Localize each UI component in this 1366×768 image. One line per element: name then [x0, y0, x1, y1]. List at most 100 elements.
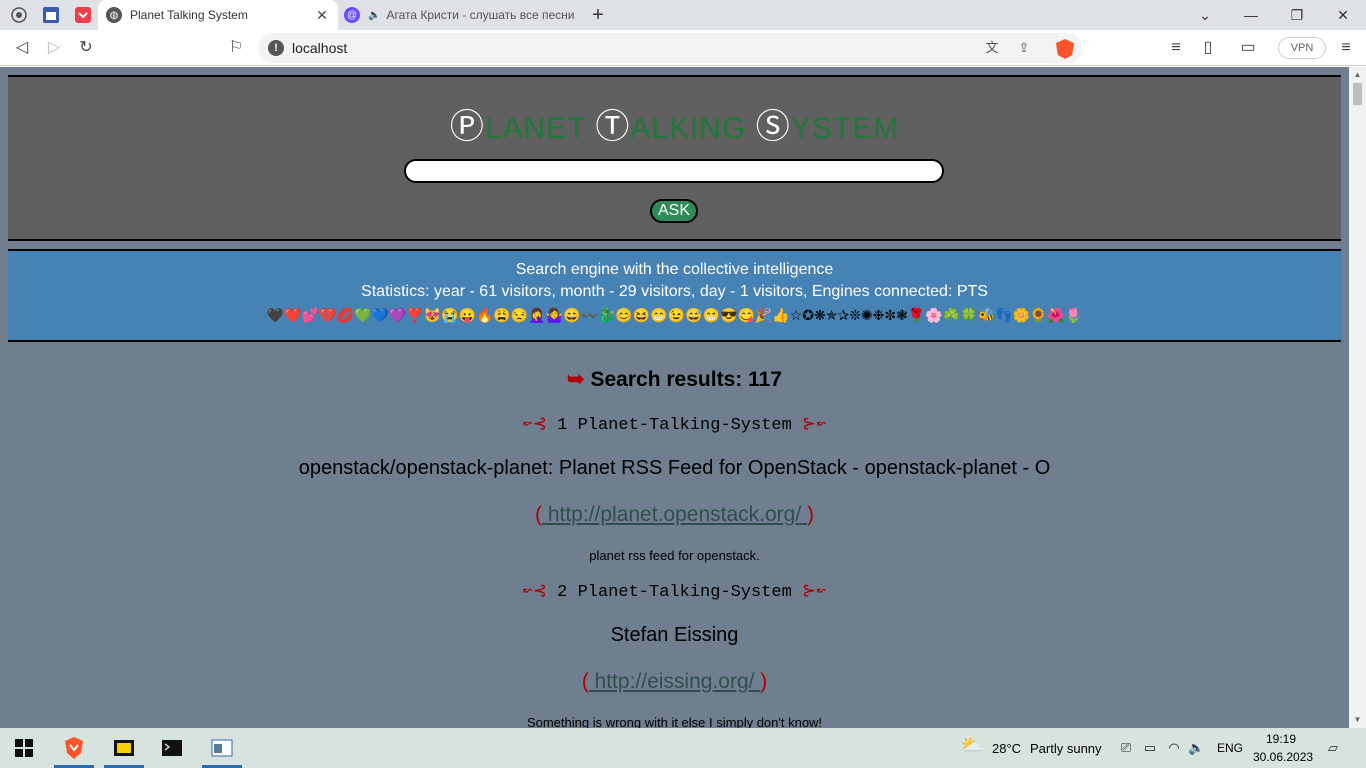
share-icon[interactable]: ⇪ — [1016, 40, 1032, 56]
logo-letter-t: Ⓣ — [595, 108, 631, 146]
paren-close: ) — [807, 503, 814, 526]
results-count: ➥ Search results: 117 — [0, 367, 1349, 392]
search-input[interactable] — [404, 159, 944, 183]
result-link: ( http://eissing.org/ ) — [0, 670, 1349, 694]
translate-icon[interactable]: 文 — [984, 40, 1000, 56]
windows-taskbar: ⛅ 28°C Partly sunny ⎚ ▭ ◠ 🔈 ENG 19:19 30… — [0, 728, 1366, 768]
bookmark-icon[interactable]: ⚐ — [224, 36, 248, 60]
tab-list-button[interactable]: ⌄ — [1182, 0, 1228, 30]
page-scrollbar[interactable]: ▲ ▼ — [1349, 67, 1366, 728]
meet-now-icon[interactable]: ⎚ — [1118, 740, 1134, 756]
logo-word-talking: ALKING — [630, 112, 756, 145]
ask-button[interactable]: ASK — [650, 199, 698, 223]
browser-tab-strip: ◍ Planet Talking System ✕ @ 🔈 Агата Крис… — [0, 0, 1366, 30]
forward-icon[interactable]: ▷ — [42, 36, 66, 60]
menu-icon[interactable]: ≡ — [1334, 36, 1358, 60]
paren-open: ( — [581, 670, 589, 693]
pinned-tab-3[interactable] — [72, 5, 94, 25]
volume-icon[interactable]: 🔈 — [1188, 740, 1204, 756]
pinned-tab-1[interactable] — [8, 5, 30, 25]
sidebar-icon[interactable]: ▯ — [1196, 36, 1220, 60]
wallet-icon[interactable]: ▭ — [1236, 36, 1260, 60]
pinned-tab-2[interactable] — [40, 5, 62, 25]
results-arrow-icon: ➥ — [567, 368, 585, 391]
brave-browser-icon — [65, 737, 83, 759]
logo-word-system: YSTEM — [790, 112, 900, 145]
site-logo: ⓅLANET ⓉALKING ⓈYSTEM — [8, 99, 1341, 148]
result-number-label: 1 Planet-Talking-System — [557, 416, 792, 435]
result-number-label: 2 Planet-Talking-System — [557, 583, 792, 602]
address-bar[interactable]: ! localhost 文 ⇪ — [258, 33, 1082, 63]
ornament-left: ↜⊰ — [522, 416, 547, 435]
terminal-icon — [162, 740, 182, 756]
reload-icon[interactable]: ↻ — [74, 36, 98, 60]
media-player-icon — [114, 740, 134, 756]
taskbar-app-2[interactable] — [100, 728, 148, 768]
start-button[interactable] — [0, 728, 48, 768]
weather-icon[interactable]: ⛅ — [960, 736, 984, 759]
playlist-icon[interactable]: ≡ — [1164, 36, 1188, 60]
ornament-right: ⊱↜ — [802, 416, 827, 435]
podcast-icon — [11, 7, 27, 23]
weather-condition[interactable]: Partly sunny — [1030, 741, 1102, 756]
address-url[interactable]: localhost — [292, 40, 347, 56]
statistics: Statistics: year - 61 visitors, month - … — [361, 283, 988, 300]
scroll-thumb[interactable] — [1353, 83, 1362, 105]
brave-shield-icon[interactable] — [1056, 39, 1074, 59]
taskbar-terminal[interactable] — [148, 728, 196, 768]
result-number: ↜⊰ 1 Planet-Talking-System ⊱↜ — [0, 414, 1349, 435]
site-info-icon[interactable]: ! — [268, 40, 284, 56]
result-description: planet rss feed for openstack. — [589, 548, 760, 563]
weather-temperature[interactable]: 28°C — [992, 741, 1021, 756]
result-url-link[interactable]: http://eissing.org/ — [589, 670, 761, 693]
notifications-icon[interactable]: ▱ — [1325, 740, 1341, 756]
page-header: ⓅLANET ⓉALKING ⓈYSTEM ASK — [8, 75, 1341, 241]
minimize-button[interactable]: — — [1228, 0, 1274, 30]
browser-toolbar: ◁ ▷ ↻ ⚐ ! localhost 文 ⇪ ≡ ▯ ▭ VPN ≡ — [0, 30, 1366, 66]
result-url-link[interactable]: http://planet.openstack.org/ — [542, 503, 807, 526]
close-tab-icon[interactable]: ✕ — [312, 7, 332, 24]
tab-title: Агата Кристи - слушать все песни — [386, 8, 575, 22]
language-indicator[interactable]: ENG — [1217, 741, 1243, 755]
paren-close: ) — [760, 670, 768, 693]
calendar-icon — [43, 7, 59, 23]
result-number: ↜⊰ 2 Planet-Talking-System ⊱↜ — [0, 581, 1349, 602]
wifi-icon[interactable]: ◠ — [1166, 740, 1182, 756]
new-tab-button[interactable]: + — [586, 3, 610, 27]
clock-time[interactable]: 19:19 — [1266, 732, 1296, 746]
pocket-icon — [75, 7, 91, 23]
result-description: Something is wrong with it else I simply… — [526, 715, 823, 728]
globe-icon: ◍ — [106, 7, 122, 23]
scroll-down-icon[interactable]: ▼ — [1353, 715, 1362, 724]
tab-planet-talking-system[interactable]: ◍ Planet Talking System ✕ — [98, 0, 338, 30]
clock-date[interactable]: 30.06.2023 — [1253, 750, 1313, 764]
window-app-icon — [211, 739, 233, 757]
paren-open: ( — [534, 503, 542, 526]
maximize-button[interactable]: ❐ — [1274, 0, 1320, 30]
tagline: Search engine with the collective intell… — [515, 261, 834, 278]
page-viewport: ⓅLANET ⓉALKING ⓈYSTEM ASK Search engine … — [0, 67, 1349, 728]
emoji-row: 🖤❤️💕💔💋💚💙💜❣️😻😭😛🔥😩😒🤦‍♀️🤷‍♀️😄〰️🐉😊😆😁😉😅😁😎😋🎉👍☆… — [266, 307, 1083, 323]
results-label: Search results: 117 — [590, 368, 782, 391]
back-icon[interactable]: ◁ — [10, 36, 34, 60]
battery-icon[interactable]: ▭ — [1142, 740, 1158, 756]
result-title: openstack/openstack-planet: Planet RSS F… — [298, 457, 1051, 479]
ornament-right: ⊱↜ — [802, 583, 827, 602]
close-window-button[interactable]: ✕ — [1320, 0, 1366, 30]
result-link: ( http://planet.openstack.org/ ) — [0, 503, 1349, 527]
taskbar-brave[interactable] — [50, 728, 98, 768]
audio-playing-icon: 🔈 — [368, 9, 381, 21]
scroll-up-icon[interactable]: ▲ — [1353, 70, 1362, 79]
tab-agata-kristi[interactable]: @ 🔈 Агата Кристи - слушать все песни — [338, 0, 576, 30]
ornament-left: ↜⊰ — [522, 583, 547, 602]
vpn-button[interactable]: VPN — [1278, 37, 1326, 59]
windows-logo-icon — [15, 739, 33, 757]
info-banner: Search engine with the collective intell… — [8, 249, 1341, 342]
result-title: Stefan Eissing — [610, 624, 739, 646]
logo-letter-s: Ⓢ — [755, 108, 791, 146]
logo-word-planet: LANET — [484, 112, 596, 145]
music-site-icon: @ — [344, 7, 360, 23]
tab-title: Planet Talking System — [130, 8, 248, 22]
taskbar-app-4[interactable] — [198, 728, 246, 768]
logo-letter-p: Ⓟ — [449, 108, 485, 146]
